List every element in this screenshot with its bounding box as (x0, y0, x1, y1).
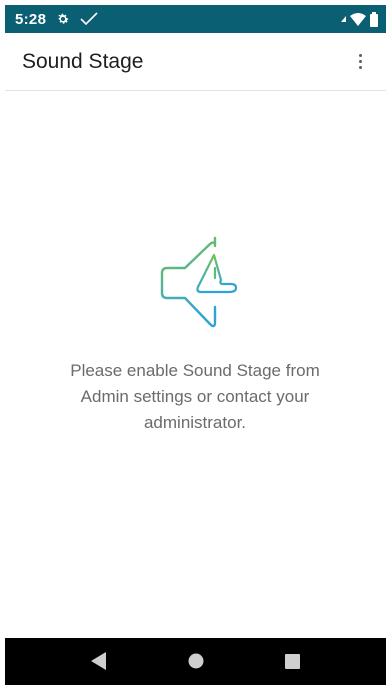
check-icon (80, 12, 98, 26)
status-time: 5:28 (15, 10, 47, 28)
home-icon[interactable] (188, 653, 204, 669)
admin-message: Please enable Sound Stage from Admin set… (70, 361, 320, 432)
page-title: Sound Stage (22, 49, 144, 73)
back-icon[interactable] (91, 652, 107, 670)
recents-icon[interactable] (285, 654, 300, 669)
navigation-bar (5, 638, 386, 685)
status-right (341, 11, 378, 27)
main-content: Please enable Sound Stage from Admin set… (5, 92, 386, 637)
app-bar: Sound Stage (5, 33, 386, 91)
status-left: 5:28 (15, 11, 98, 28)
gear-icon (56, 12, 70, 26)
battery-icon (370, 11, 378, 27)
speaker-warning-icon (157, 232, 243, 332)
wifi-icon (350, 12, 366, 26)
overflow-menu-icon[interactable] (348, 47, 372, 77)
status-bar: 5:28 (5, 5, 386, 33)
signal-icon (341, 16, 346, 22)
